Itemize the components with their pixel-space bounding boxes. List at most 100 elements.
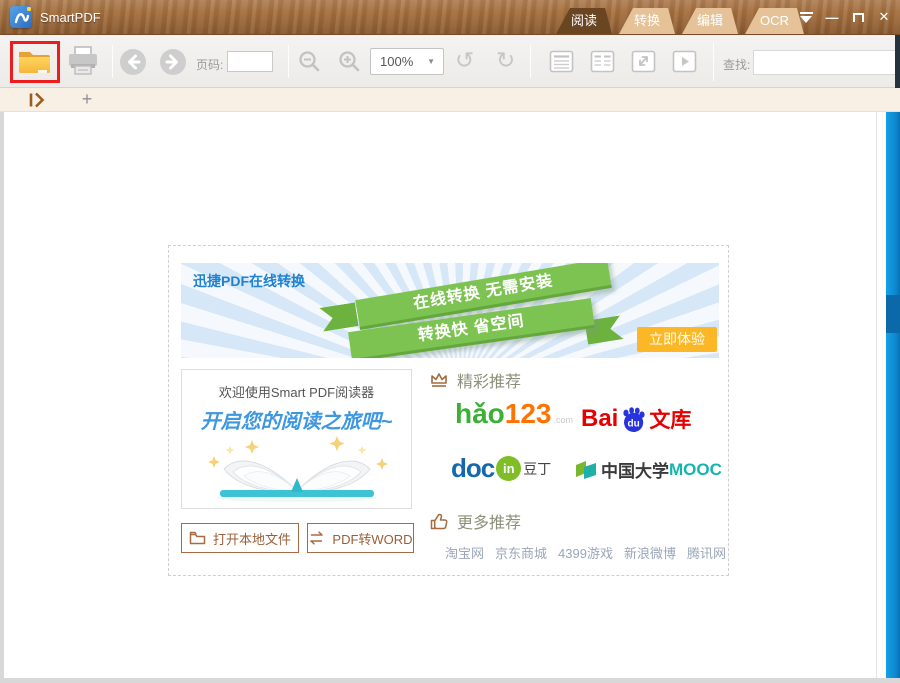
page-number-label: 页码: [196, 56, 223, 73]
pdf-to-word-label: PDF转WORD [332, 529, 412, 548]
more-title: 更多推荐 [457, 509, 521, 533]
chevron-down-icon: ▼ [427, 57, 435, 66]
hao123-num: 123 [505, 398, 552, 430]
featured-section-heading: 精彩推荐 [429, 368, 521, 392]
arrow-right-icon [159, 48, 187, 76]
tab-convert[interactable]: 转换 [619, 8, 675, 34]
docin-leaf-icon: in [496, 456, 521, 481]
rotate-cw-button[interactable]: ↻ [496, 49, 515, 72]
mooc-en-text: MOOC [669, 460, 722, 480]
mooc-flag-icon [575, 460, 597, 479]
scrollbar-thumb[interactable] [886, 295, 900, 333]
toolbar-separator [288, 45, 289, 78]
close-button[interactable]: ✕ [876, 9, 892, 25]
add-tab-button[interactable]: + [78, 88, 96, 112]
zoom-in-icon [337, 49, 362, 74]
slideshow-button[interactable] [672, 50, 697, 73]
folder-outline-icon [189, 531, 206, 545]
two-page-view-button[interactable] [590, 50, 615, 73]
window-controls: — ✕ [798, 9, 892, 25]
zoom-level-select[interactable]: 100% ▼ [370, 48, 444, 75]
sidebar-toggle-button[interactable] [28, 92, 48, 108]
zoom-out-icon [297, 49, 322, 74]
play-icon [672, 50, 697, 73]
tab-edit[interactable]: 编辑 [682, 8, 738, 34]
highlight-box [10, 41, 60, 83]
hao123-text: hǎo [455, 398, 505, 430]
find-input[interactable] [753, 50, 900, 75]
printer-icon [66, 45, 100, 77]
pdf-to-word-button[interactable]: PDF转WORD [307, 523, 414, 553]
rotate-ccw-button[interactable]: ↺ [455, 49, 474, 72]
single-page-icon [549, 50, 574, 73]
toolbar: 页码: 100% ▼ ↺ ↻ [0, 35, 900, 88]
baidu-text: Bai [581, 405, 618, 433]
svg-text:du: du [628, 418, 640, 429]
more-section-heading: 更多推荐 [429, 509, 521, 533]
link-jd[interactable]: 京东商城 [495, 543, 547, 562]
page-number-input[interactable] [227, 51, 273, 72]
vertical-scrollbar[interactable] [886, 112, 900, 678]
baidu-paw-icon: du [620, 406, 647, 433]
fullscreen-button[interactable] [631, 50, 656, 73]
recommended-links: 淘宝网 京东商城 4399游戏 新浪微博 腾讯网 [445, 543, 726, 562]
titlebar: SmartPDF 阅读 转换 编辑 OCR — ✕ [0, 0, 900, 35]
convert-arrows-icon [308, 531, 325, 545]
welcome-line1: 欢迎使用Smart PDF阅读器 [182, 382, 411, 401]
hao123-link[interactable]: hǎo123.com [455, 398, 573, 430]
mooc-link[interactable]: 中国大学 MOOC [575, 457, 722, 482]
link-weibo[interactable]: 新浪微博 [624, 543, 676, 562]
skin-menu-icon[interactable] [798, 9, 814, 25]
prev-page-button[interactable] [119, 48, 147, 76]
open-local-file-label: 打开本地文件 [213, 529, 291, 548]
toolbar-separator [530, 45, 531, 78]
ribbon-tail-left [319, 302, 358, 331]
tab-ocr[interactable]: OCR [745, 8, 804, 34]
maximize-button[interactable] [850, 9, 866, 25]
window-title: SmartPDF [40, 0, 101, 35]
arrow-left-icon [119, 48, 147, 76]
mode-tabs: 阅读 转换 编辑 OCR [556, 8, 804, 34]
bottom-border [0, 678, 900, 683]
zoom-out-button[interactable] [297, 49, 322, 74]
baidu-wenku-link[interactable]: Bai du 文库 [581, 404, 691, 434]
sidebar-expand-icon [28, 92, 48, 108]
hao123-com: .com [554, 415, 574, 425]
document-tabstrip: + [0, 88, 900, 112]
two-page-icon [590, 50, 615, 73]
featured-title: 精彩推荐 [457, 368, 521, 392]
tab-read[interactable]: 阅读 [556, 8, 612, 34]
welcome-panel: 欢迎使用Smart PDF阅读器 开启您的阅读之旅吧~ [181, 369, 412, 509]
single-page-view-button[interactable] [549, 50, 574, 73]
window-edge [895, 35, 900, 88]
next-page-button[interactable] [159, 48, 187, 76]
banner-brand-text: 迅捷PDF在线转换 [193, 271, 305, 291]
fullscreen-icon [631, 50, 656, 73]
toolbar-separator [713, 43, 714, 81]
crown-icon [429, 371, 449, 389]
left-border [0, 112, 4, 678]
docin-link[interactable]: doc in 豆丁 [451, 453, 551, 484]
zoom-in-button[interactable] [337, 49, 362, 74]
promo-banner: 迅捷PDF在线转换 在线转换 无需安装 转换快 省空间 立即体验 [181, 263, 719, 358]
link-taobao[interactable]: 淘宝网 [445, 543, 484, 562]
toolbar-separator [112, 45, 113, 78]
open-book-illustration [192, 428, 402, 506]
print-button[interactable] [66, 45, 100, 77]
find-label: 查找: [723, 56, 750, 73]
try-now-button[interactable]: 立即体验 [637, 327, 717, 352]
start-page-card: 迅捷PDF在线转换 在线转换 无需安装 转换快 省空间 立即体验 欢迎使用Sma… [168, 245, 729, 576]
docin-text: doc [451, 453, 494, 484]
minimize-button[interactable]: — [824, 9, 840, 25]
wenku-text: 文库 [649, 404, 691, 434]
link-4399[interactable]: 4399游戏 [558, 543, 613, 562]
link-tencent[interactable]: 腾讯网 [687, 543, 726, 562]
smartpdf-window: SmartPDF 阅读 转换 编辑 OCR — ✕ [0, 0, 900, 683]
scroll-track-line [876, 112, 877, 678]
open-local-file-button[interactable]: 打开本地文件 [181, 523, 299, 553]
douding-text: 豆丁 [523, 459, 551, 479]
mooc-cn-text: 中国大学 [601, 457, 669, 482]
thumbs-up-icon [429, 512, 449, 531]
zoom-level-value: 100% [380, 54, 427, 69]
app-logo-icon [10, 6, 32, 28]
